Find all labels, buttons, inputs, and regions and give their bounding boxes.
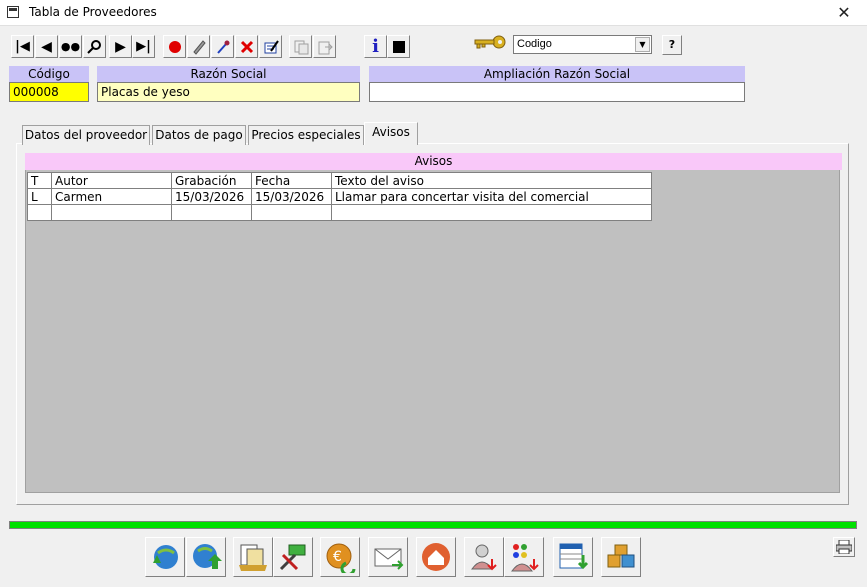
paste-button[interactable] — [313, 35, 336, 58]
user-colors-button[interactable] — [504, 537, 544, 577]
codigo-field[interactable]: 000008 — [9, 82, 89, 102]
key-icon — [474, 35, 506, 49]
table-header-row: T Autor Grabación Fecha Texto del aviso — [27, 172, 652, 189]
folder-documents-icon — [239, 544, 267, 571]
info-icon: i — [372, 36, 379, 57]
print-button[interactable] — [833, 537, 855, 557]
last-record-button[interactable]: ▶| — [132, 35, 155, 58]
codigo-label: Código — [9, 66, 89, 83]
sync-button[interactable] — [145, 537, 185, 577]
tools-money-icon — [279, 544, 306, 571]
column-header[interactable]: Grabación — [171, 172, 252, 189]
table-cell[interactable]: Llamar para concertar visita del comerci… — [331, 188, 652, 205]
eraser-button[interactable] — [187, 35, 210, 58]
tab-datos-pago[interactable]: Datos de pago — [152, 125, 246, 145]
info-button[interactable]: i — [364, 35, 387, 58]
copy-icon — [294, 40, 308, 54]
delete-button[interactable] — [235, 35, 258, 58]
dropper-icon — [216, 40, 229, 54]
delete-icon — [240, 40, 253, 53]
table-row[interactable]: L Carmen 15/03/2026 15/03/2026 Llamar pa… — [27, 188, 652, 205]
razon-social-label: Razón Social — [97, 66, 360, 83]
globe-upload-icon — [193, 544, 222, 569]
next-record-icon: ▶ — [115, 38, 126, 55]
boxes-button[interactable] — [601, 537, 641, 577]
paste-icon — [318, 41, 333, 54]
ampliacion-field[interactable] — [369, 82, 745, 102]
table-cell[interactable] — [331, 204, 652, 221]
column-header[interactable]: Texto del aviso — [331, 172, 652, 189]
table-cell[interactable] — [171, 204, 252, 221]
last-record-icon: ▶| — [136, 39, 151, 54]
tab-datos-proveedor[interactable]: Datos del proveedor — [22, 125, 150, 145]
record-dot-icon — [168, 40, 181, 53]
tools-button[interactable] — [273, 537, 313, 577]
table-cell[interactable] — [51, 204, 172, 221]
globe-sync-icon — [153, 545, 178, 569]
email-button[interactable] — [368, 537, 408, 577]
magnifier-icon — [86, 39, 101, 54]
first-record-button[interactable]: |◀ — [11, 35, 34, 58]
stop-button[interactable] — [387, 35, 410, 58]
progress-bar — [9, 521, 857, 529]
eraser-icon — [192, 39, 206, 55]
column-header[interactable]: T — [27, 172, 52, 189]
currency-button[interactable]: € — [320, 537, 360, 577]
find-button[interactable] — [83, 35, 106, 58]
app-icon — [7, 6, 19, 18]
search-binoculars-button[interactable]: ●● — [59, 35, 82, 58]
razon-social-field[interactable]: Placas de yeso — [97, 82, 360, 102]
search-field-value: Codigo — [517, 38, 552, 50]
table-cell[interactable]: Carmen — [51, 188, 172, 205]
tab-avisos[interactable]: Avisos — [364, 122, 418, 145]
previous-record-button[interactable]: ◀ — [35, 35, 58, 58]
new-record-button[interactable] — [163, 35, 186, 58]
previous-record-icon: ◀ — [41, 38, 52, 55]
table-row[interactable] — [27, 204, 652, 221]
euro-coin-icon: € — [326, 543, 356, 573]
upload-button[interactable] — [186, 537, 226, 577]
table-cell[interactable]: 15/03/2026 — [171, 188, 252, 205]
title-bar: Tabla de Proveedores ✕ — [0, 0, 867, 26]
avisos-header: Avisos — [25, 153, 842, 170]
home-button[interactable] — [416, 537, 456, 577]
printer-icon — [836, 540, 852, 554]
tab-precios-especiales[interactable]: Precios especiales — [248, 125, 364, 145]
table-cell[interactable] — [27, 204, 52, 221]
table-cell[interactable] — [251, 204, 332, 221]
user-transfer-button[interactable] — [464, 537, 504, 577]
chevron-down-icon[interactable]: ▼ — [635, 37, 650, 52]
close-button[interactable]: ✕ — [821, 0, 867, 26]
avisos-table[interactable]: T Autor Grabación Fecha Texto del aviso … — [27, 172, 652, 221]
column-header[interactable]: Fecha — [251, 172, 332, 189]
spreadsheet-download-icon — [559, 543, 589, 570]
dropper-button[interactable] — [211, 35, 234, 58]
table-cell[interactable]: L — [27, 188, 52, 205]
search-field-select[interactable]: Codigo ▼ — [513, 35, 652, 54]
edit-note-button[interactable] — [259, 35, 282, 58]
email-icon — [374, 548, 404, 570]
svg-text:€: € — [333, 549, 342, 565]
user-transfer-icon — [471, 544, 497, 571]
binoculars-icon: ●● — [60, 40, 81, 53]
column-header[interactable]: Autor — [51, 172, 172, 189]
documents-button[interactable] — [233, 537, 273, 577]
user-colors-icon — [511, 544, 539, 572]
home-upload-icon — [422, 543, 450, 571]
stop-icon — [392, 40, 405, 53]
table-cell[interactable]: 15/03/2026 — [251, 188, 332, 205]
spreadsheet-button[interactable] — [553, 537, 593, 577]
copy-button[interactable] — [289, 35, 312, 58]
help-button[interactable]: ? — [662, 35, 682, 55]
edit-note-icon — [264, 39, 279, 53]
ampliacion-label: Ampliación Razón Social — [369, 66, 745, 83]
boxes-icon — [607, 544, 635, 568]
next-record-button[interactable]: ▶ — [109, 35, 132, 58]
first-record-icon: |◀ — [15, 39, 30, 54]
window-title: Tabla de Proveedores — [29, 5, 157, 19]
